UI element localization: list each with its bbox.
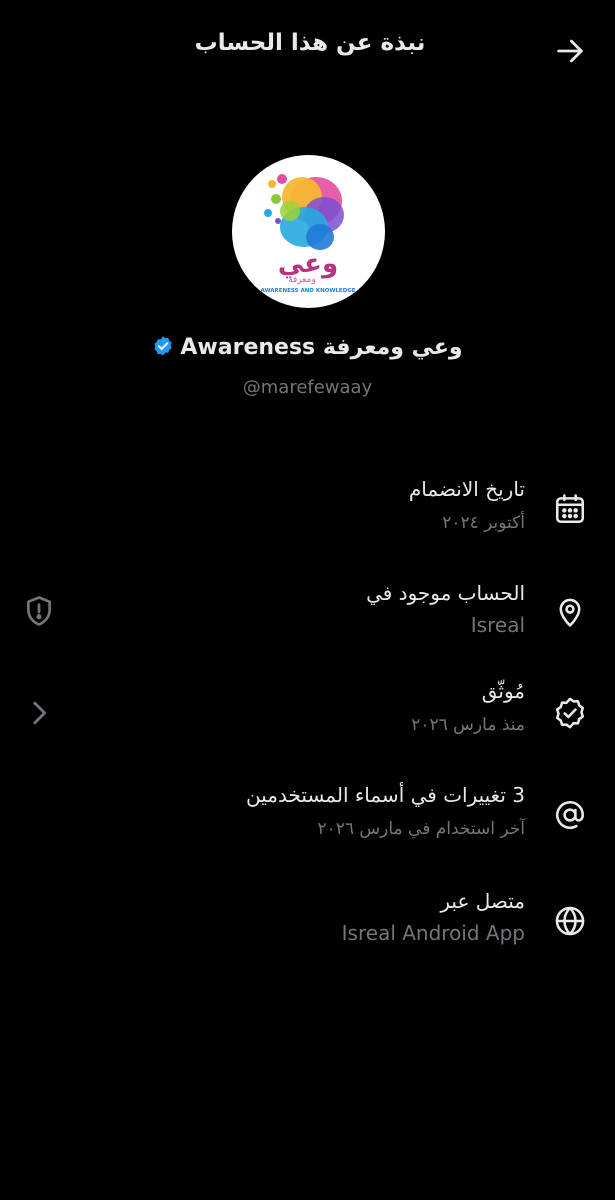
info-row-joined: تاريخ الانضمام أكتوبر ٢٠٢٤: [0, 476, 615, 556]
info-label: مُوثّق: [481, 679, 525, 703]
top-bar: نبذة عن هذا الحساب: [0, 0, 615, 100]
info-text-verified: مُوثّق منذ مارس ٢٠٢٦: [85, 678, 525, 736]
info-value: Isreal: [470, 613, 525, 637]
info-value: أكتوبر ٢٠٢٤: [442, 513, 525, 533]
info-label: متصل عبر: [440, 889, 525, 913]
display-name-row: وعي ومعرفة Awareness: [0, 335, 615, 360]
username-handle: @marefewaay: [242, 377, 373, 398]
verified-badge-icon: [154, 336, 173, 356]
info-value: Isreal Android App: [341, 921, 525, 945]
globe-icon: [555, 906, 585, 936]
awareness-logo: وعي ومعرفة AWARENESS AND KNOWLEDGE: [260, 174, 356, 294]
info-label: تاريخ الانضمام: [408, 477, 525, 501]
info-text-username-changes: 3 تغييرات في أسماء المستخدمين آخر استخدا…: [85, 782, 525, 840]
verified-badge-outline-icon: [555, 697, 585, 729]
arrow-right-icon: [557, 39, 583, 63]
info-value: منذ مارس ٢٠٢٦: [411, 715, 525, 735]
info-value: آخر استخدام في مارس ٢٠٢٦: [317, 819, 525, 839]
info-row-location: الحساب موجود في Isreal: [0, 580, 615, 660]
info-label: 3 تغييرات في أسماء المستخدمين: [246, 783, 525, 807]
chevron-right-icon[interactable]: [22, 696, 56, 730]
calendar-icon: [555, 494, 585, 524]
info-text-location: الحساب موجود في Isreal: [85, 580, 525, 636]
display-name: وعي ومعرفة Awareness: [180, 335, 463, 360]
logo-caption: AWARENESS AND KNOWLEDGE: [260, 288, 355, 294]
info-row-username-changes: 3 تغييرات في أسماء المستخدمين آخر استخدا…: [0, 782, 615, 862]
location-pin-icon: [559, 598, 581, 627]
info-text-connected-via: متصل عبر Isreal Android App: [85, 888, 525, 944]
info-row-verified[interactable]: مُوثّق منذ مارس ٢٠٢٦: [0, 678, 615, 758]
logo-subtext: ومعرفة: [288, 275, 316, 285]
shield-alert-icon[interactable]: [22, 594, 56, 628]
info-row-connected-via: متصل عبر Isreal Android App: [0, 888, 615, 968]
page-title: نبذة عن هذا الحساب: [194, 30, 426, 56]
at-sign-icon: [555, 800, 585, 830]
back-button[interactable]: [553, 34, 587, 68]
avatar[interactable]: وعي ومعرفة AWARENESS AND KNOWLEDGE: [232, 155, 385, 308]
info-label: الحساب موجود في: [366, 581, 525, 605]
info-text-joined: تاريخ الانضمام أكتوبر ٢٠٢٤: [85, 476, 525, 534]
